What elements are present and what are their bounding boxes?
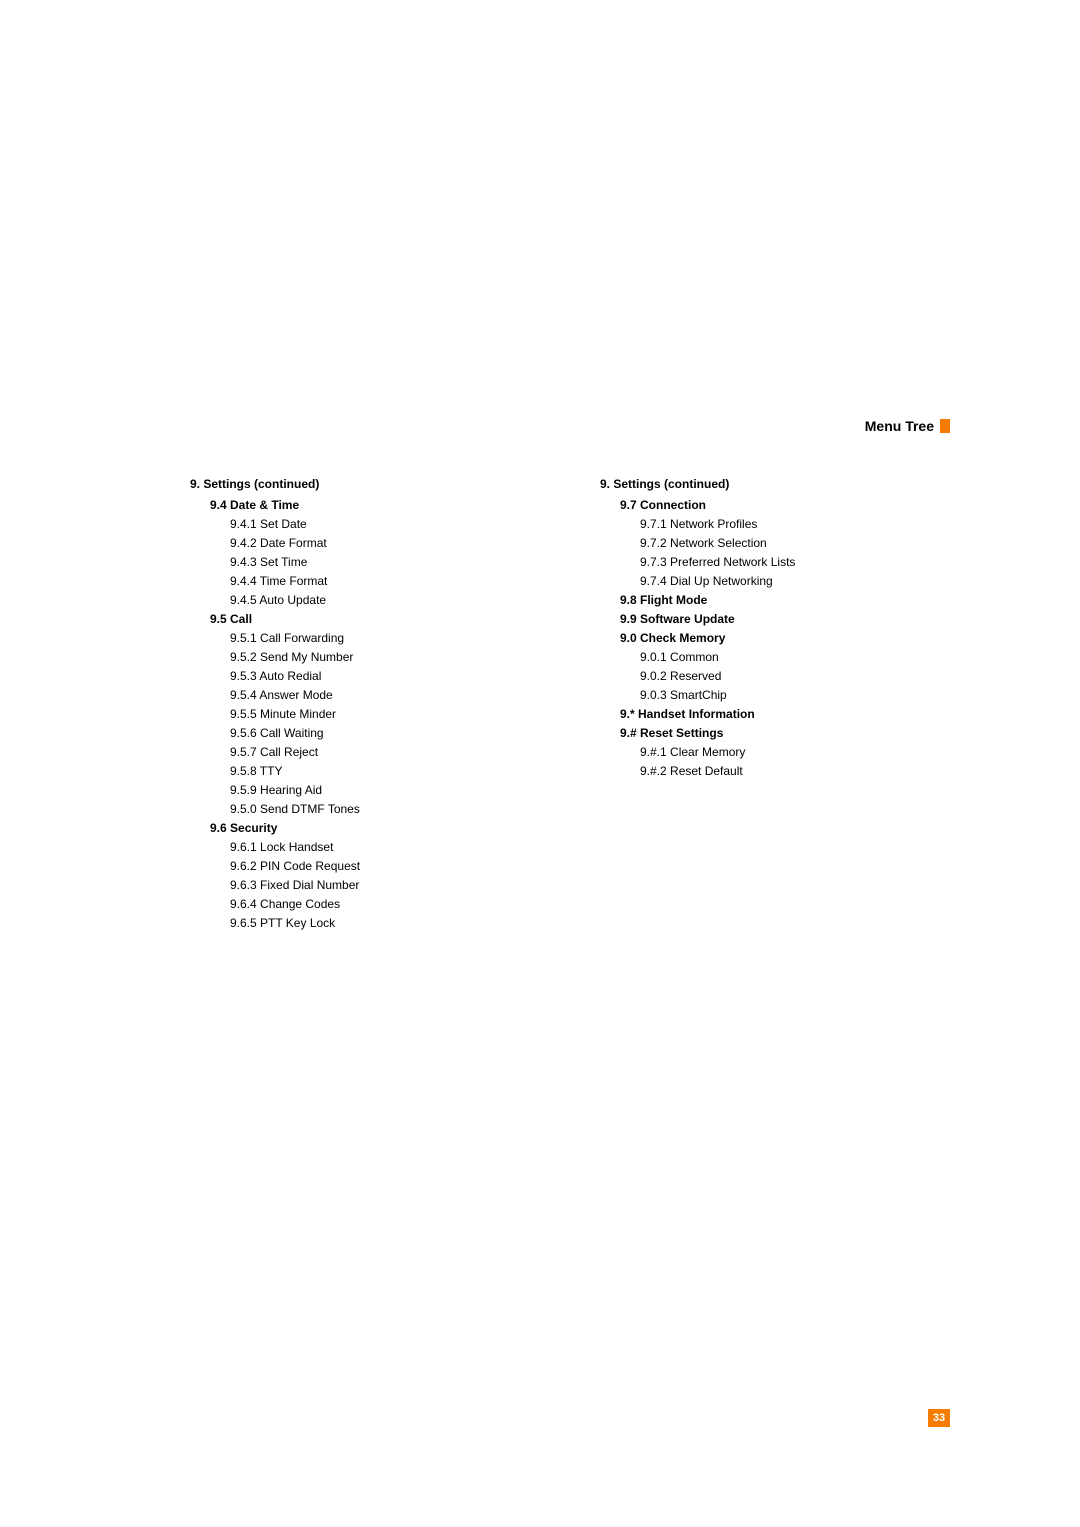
- menu-item: 9.5.5 Minute Minder: [190, 705, 540, 724]
- menu-item: 9.5.6 Call Waiting: [190, 724, 540, 743]
- right-heading: 9. Settings (continued): [600, 475, 950, 494]
- menu-item: 9.5.1 Call Forwarding: [190, 629, 540, 648]
- right-column: 9. Settings (continued) 9.7 Connection 9…: [600, 475, 950, 933]
- section-title: 9.8 Flight Mode: [600, 591, 950, 610]
- menu-item: 9.6.4 Change Codes: [190, 895, 540, 914]
- page-header-title: Menu Tree: [865, 418, 934, 434]
- section-title: 9.* Handset Information: [600, 705, 950, 724]
- left-column: 9. Settings (continued) 9.4 Date & Time …: [190, 475, 540, 933]
- menu-item: 9.4.4 Time Format: [190, 572, 540, 591]
- menu-item: 9.5.7 Call Reject: [190, 743, 540, 762]
- menu-item: 9.6.2 PIN Code Request: [190, 857, 540, 876]
- menu-item: 9.4.3 Set Time: [190, 553, 540, 572]
- section-title: 9.6 Security: [190, 819, 540, 838]
- menu-item: 9.7.3 Preferred Network Lists: [600, 553, 950, 572]
- menu-item: 9.#.2 Reset Default: [600, 762, 950, 781]
- section-title: 9.# Reset Settings: [600, 724, 950, 743]
- page-header-marker-icon: [940, 419, 950, 433]
- menu-item: 9.0.1 Common: [600, 648, 950, 667]
- menu-item: 9.6.3 Fixed Dial Number: [190, 876, 540, 895]
- menu-item: 9.5.2 Send My Number: [190, 648, 540, 667]
- section-title: 9.9 Software Update: [600, 610, 950, 629]
- menu-item: 9.5.3 Auto Redial: [190, 667, 540, 686]
- page-number-value: 33: [933, 1412, 945, 1424]
- menu-item: 9.0.3 SmartChip: [600, 686, 950, 705]
- menu-item: 9.5.8 TTY: [190, 762, 540, 781]
- section-title: 9.5 Call: [190, 610, 540, 629]
- menu-item: 9.#.1 Clear Memory: [600, 743, 950, 762]
- section-title: 9.0 Check Memory: [600, 629, 950, 648]
- menu-item: 9.4.2 Date Format: [190, 534, 540, 553]
- menu-item: 9.7.4 Dial Up Networking: [600, 572, 950, 591]
- page-header: Menu Tree: [865, 418, 950, 434]
- menu-item: 9.7.2 Network Selection: [600, 534, 950, 553]
- menu-item: 9.4.5 Auto Update: [190, 591, 540, 610]
- section-title: 9.4 Date & Time: [190, 496, 540, 515]
- menu-item: 9.5.4 Answer Mode: [190, 686, 540, 705]
- menu-item: 9.7.1 Network Profiles: [600, 515, 950, 534]
- menu-item: 9.5.9 Hearing Aid: [190, 781, 540, 800]
- menu-item: 9.4.1 Set Date: [190, 515, 540, 534]
- menu-item: 9.6.1 Lock Handset: [190, 838, 540, 857]
- section-title: 9.7 Connection: [600, 496, 950, 515]
- menu-item: 9.5.0 Send DTMF Tones: [190, 800, 540, 819]
- menu-item: 9.6.5 PTT Key Lock: [190, 914, 540, 933]
- menu-item: 9.0.2 Reserved: [600, 667, 950, 686]
- content-area: 9. Settings (continued) 9.4 Date & Time …: [190, 475, 950, 933]
- left-heading: 9. Settings (continued): [190, 475, 540, 494]
- page: Menu Tree 9. Settings (continued) 9.4 Da…: [0, 0, 1080, 1527]
- page-number: 33: [928, 1409, 950, 1427]
